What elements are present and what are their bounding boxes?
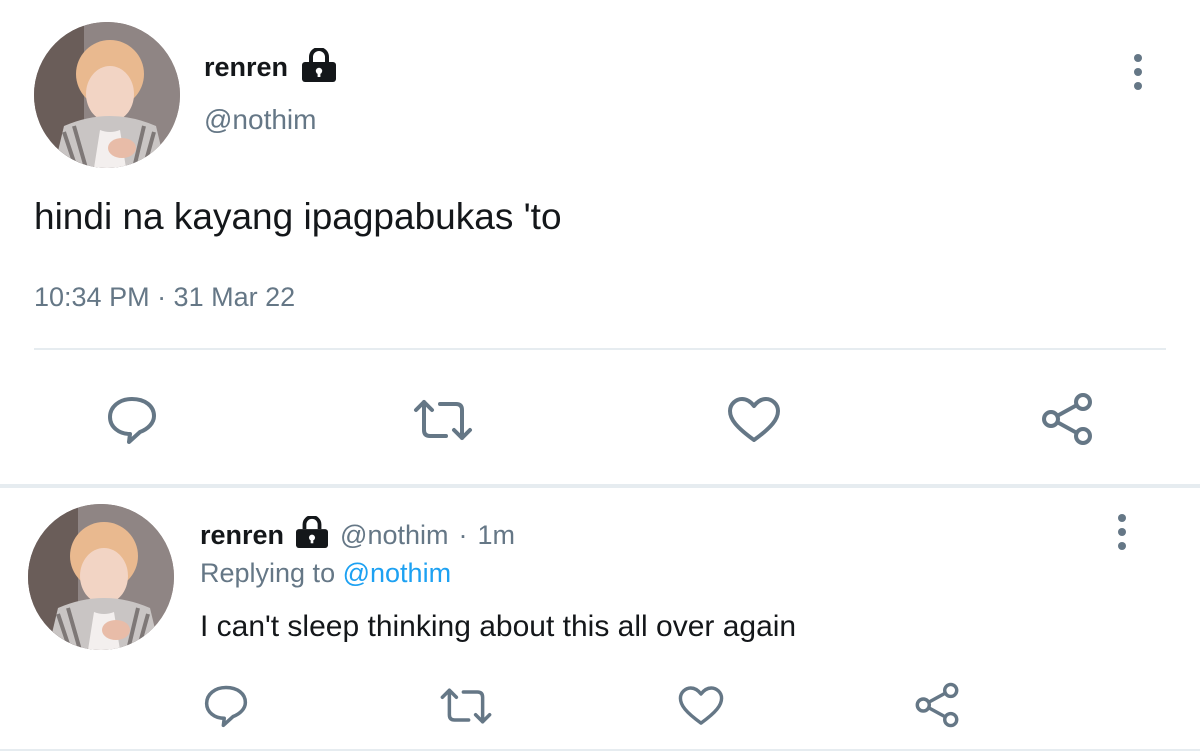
reply-like-button[interactable] bbox=[676, 684, 726, 728]
reply-share-button[interactable] bbox=[912, 680, 962, 730]
lock-icon bbox=[294, 515, 330, 555]
main-tweet-divider bbox=[34, 348, 1166, 350]
main-author-avatar[interactable] bbox=[34, 22, 180, 168]
main-share-button[interactable] bbox=[1038, 390, 1096, 448]
retweet-icon bbox=[414, 400, 472, 440]
bottom-divider bbox=[0, 749, 1200, 751]
reply-retweet-button[interactable] bbox=[436, 684, 496, 728]
main-like-button[interactable] bbox=[724, 394, 784, 446]
reply-author-handle[interactable]: @nothim bbox=[340, 520, 448, 551]
reply-tweet-age[interactable]: 1m bbox=[478, 520, 516, 551]
main-tweet-text: hindi na kayang ipagpabukas 'to bbox=[34, 196, 562, 237]
main-more-options-icon[interactable] bbox=[1134, 54, 1142, 90]
reply-icon bbox=[204, 685, 248, 728]
reply-tweet-text: I can't sleep thinking about this all ov… bbox=[200, 610, 797, 643]
share-icon bbox=[915, 682, 959, 728]
main-author-handle[interactable]: @nothim bbox=[204, 104, 316, 136]
main-author-name[interactable]: renren bbox=[204, 52, 288, 83]
heart-icon bbox=[728, 397, 780, 442]
reply-author-avatar[interactable] bbox=[28, 504, 174, 650]
reply-reply-button[interactable] bbox=[202, 684, 250, 728]
reply-author-name[interactable]: renren bbox=[200, 520, 284, 551]
replying-to-handle-link[interactable]: @nothim bbox=[343, 558, 451, 588]
main-tweet-timestamp[interactable]: 10:34 PM · 31 Mar 22 bbox=[34, 282, 295, 313]
heart-icon bbox=[678, 686, 724, 725]
reply-meta-separator: · bbox=[458, 520, 468, 550]
main-reply-button[interactable] bbox=[104, 394, 160, 446]
replying-to-label: Replying to bbox=[200, 558, 336, 588]
section-divider bbox=[0, 484, 1200, 488]
lock-icon bbox=[300, 47, 338, 87]
reply-more-options-icon[interactable] bbox=[1118, 514, 1126, 550]
retweet-icon bbox=[440, 688, 492, 724]
main-retweet-button[interactable] bbox=[408, 394, 478, 446]
share-icon bbox=[1042, 393, 1092, 445]
reply-icon bbox=[108, 397, 156, 444]
